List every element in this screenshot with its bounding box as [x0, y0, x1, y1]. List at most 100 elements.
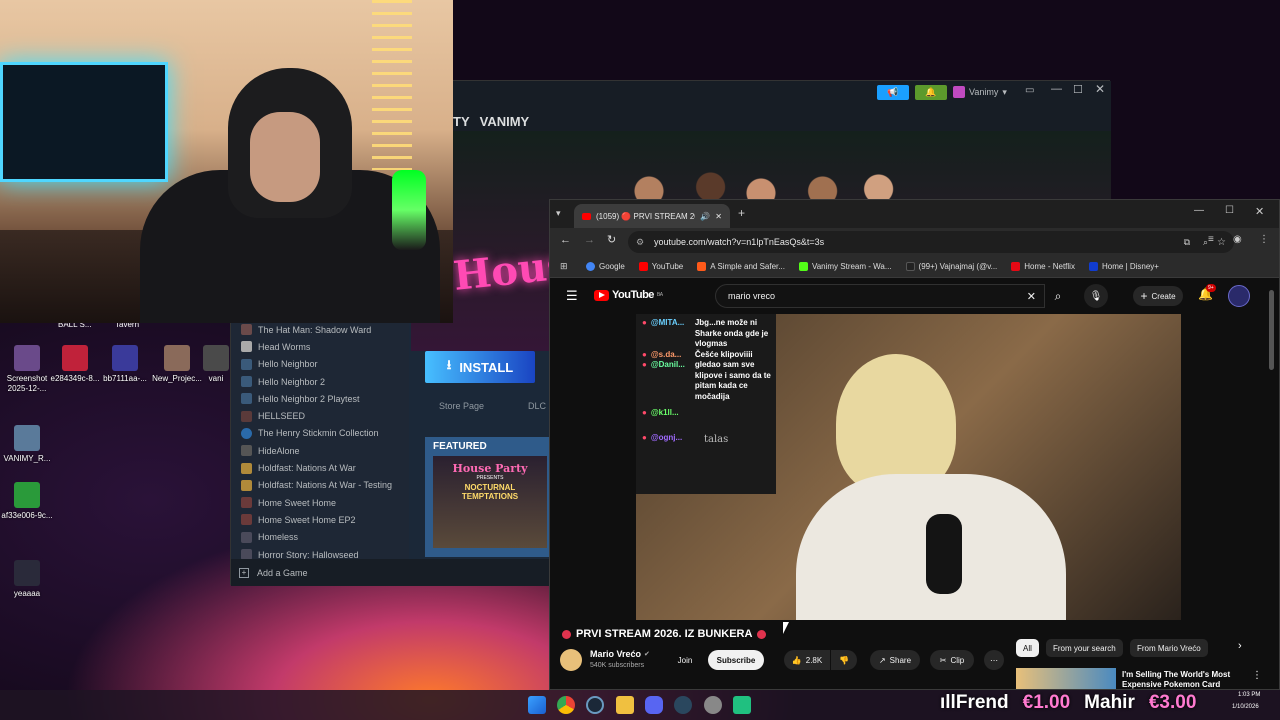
- bookmark-google[interactable]: Google: [586, 262, 625, 271]
- more-actions-button[interactable]: ⋯: [984, 650, 1004, 670]
- create-button[interactable]: + Create: [1133, 286, 1183, 306]
- library-item[interactable]: Head Worms: [231, 338, 409, 355]
- dislike-button[interactable]: 👎: [831, 650, 857, 670]
- like-button[interactable]: 👍 2.8K: [784, 650, 830, 670]
- library-item[interactable]: Home Sweet Home EP2: [231, 511, 409, 528]
- library-item[interactable]: Holdfast: Nations At War: [231, 459, 409, 476]
- big-picture-icon[interactable]: ▭: [1025, 85, 1034, 96]
- tab-search-icon[interactable]: ▾: [556, 208, 561, 219]
- maximize-icon[interactable]: ☐: [1073, 83, 1083, 96]
- hamburger-menu-icon[interactable]: ☰: [566, 288, 578, 304]
- profile-icon[interactable]: ◉: [1233, 234, 1242, 245]
- reload-icon[interactable]: ↻: [607, 233, 616, 246]
- notification-count: 9+: [1206, 284, 1216, 292]
- scrollbar[interactable]: [1269, 290, 1274, 370]
- store-page-link[interactable]: Store Page: [439, 401, 484, 411]
- notifications-button[interactable]: 🔔: [915, 85, 947, 100]
- library-item[interactable]: Holdfast: Nations At War - Testing: [231, 477, 409, 494]
- chip-from-channel[interactable]: From Mario Vrećo: [1130, 639, 1208, 657]
- library-item[interactable]: HideAlone: [231, 442, 409, 459]
- windows-start-icon[interactable]: [528, 696, 546, 714]
- more-icon[interactable]: ⋮: [1252, 670, 1262, 681]
- reading-list-icon[interactable]: ≡: [1208, 234, 1214, 245]
- address-bar[interactable]: ⚙ youtube.com/watch?v=n1lpTnEasQs&t=3s ⧉…: [628, 231, 1234, 253]
- avatar[interactable]: [1228, 285, 1250, 307]
- bookmark-youtube[interactable]: YouTube: [638, 262, 683, 271]
- library-item[interactable]: Home Sweet Home: [231, 494, 409, 511]
- steam-alt-icon[interactable]: [674, 696, 692, 714]
- back-icon[interactable]: ←: [560, 234, 571, 246]
- library-item[interactable]: Hello Neighbor 2: [231, 373, 409, 390]
- search-input[interactable]: mario vreco ✕: [715, 284, 1045, 308]
- maximize-icon[interactable]: ☐: [1225, 205, 1234, 216]
- bookmark-star-icon[interactable]: ☆: [1217, 237, 1226, 248]
- clock-time[interactable]: 1:03 PM: [1238, 692, 1260, 698]
- close-icon[interactable]: ✕: [1095, 82, 1105, 96]
- minimize-icon[interactable]: —: [1194, 205, 1204, 216]
- close-tab-icon[interactable]: ✕: [715, 212, 722, 221]
- video-meta: PRVI STREAM 2026. IZ BUNKERA Mario Vrećo…: [550, 620, 1279, 689]
- discord-icon[interactable]: [645, 696, 663, 714]
- microphone-icon: 🎙: [1089, 290, 1103, 302]
- chip-all[interactable]: All: [1016, 639, 1039, 657]
- game-icon: [241, 479, 252, 491]
- notifications-button[interactable]: 🔔 9+: [1198, 284, 1216, 301]
- video-player[interactable]: talas ● @MITA... Jbg...ne može ni Sharke o…: [636, 314, 1181, 620]
- nav-item-vanimy[interactable]: VANIMY: [480, 114, 530, 129]
- search-button[interactable]: ⌕: [1045, 284, 1071, 308]
- desktop-icon-yeaaaa[interactable]: yeaaaa: [0, 560, 54, 599]
- bookmark-netflix[interactable]: Home - Netflix: [1011, 262, 1075, 271]
- desktop-icon-af33[interactable]: af33e006-9c...: [0, 482, 54, 521]
- share-button[interactable]: ↗ Share: [870, 650, 920, 670]
- channel-name[interactable]: Mario Vrećo ✔: [590, 649, 650, 659]
- install-button[interactable]: ⭳ INSTALL: [425, 351, 535, 383]
- file-explorer-icon[interactable]: [616, 696, 634, 714]
- desktop-icon-bb71[interactable]: bb7111aa-...: [98, 345, 152, 384]
- steam-taskbar-icon[interactable]: [586, 696, 604, 714]
- announcements-button[interactable]: 📢: [877, 85, 909, 100]
- audio-icon[interactable]: 🔊: [700, 212, 710, 221]
- forward-icon[interactable]: →: [584, 234, 595, 246]
- clock-date[interactable]: 1/10/2026: [1232, 704, 1259, 710]
- library-item[interactable]: HELLSEED: [231, 407, 409, 424]
- desktop-icon-screenshot[interactable]: Screenshot 2025-12-...: [0, 345, 54, 394]
- new-tab-icon[interactable]: +: [738, 206, 745, 220]
- library-item[interactable]: Hello Neighbor 2 Playtest: [231, 390, 409, 407]
- chip-from-your-search[interactable]: From your search: [1046, 639, 1123, 657]
- clip-button[interactable]: ✂ Clip: [930, 650, 974, 670]
- subscribe-button[interactable]: Subscribe: [708, 650, 764, 670]
- dlc-link[interactable]: DLC: [528, 401, 546, 411]
- clear-search-icon[interactable]: ✕: [1027, 290, 1036, 303]
- chrome-taskbar-icon[interactable]: [557, 696, 575, 714]
- library-item[interactable]: Homeless: [231, 529, 409, 546]
- bookmark-simple-safer[interactable]: A Simple and Safer...: [697, 262, 785, 271]
- menu-icon[interactable]: ⋮: [1259, 234, 1269, 245]
- minimize-icon[interactable]: —: [1051, 83, 1062, 95]
- bookmark-disney[interactable]: Home | Disney+: [1088, 262, 1159, 271]
- library-item[interactable]: Hello Neighbor: [231, 356, 409, 373]
- desktop-icon-vanimy[interactable]: VANIMY_R...: [0, 425, 54, 464]
- install-app-icon[interactable]: ⧉: [1184, 237, 1190, 248]
- account-menu[interactable]: Vanimy ▾: [953, 84, 1007, 100]
- library-item[interactable]: The Hat Man: Shadow Ward: [231, 321, 409, 338]
- join-button[interactable]: Join: [670, 650, 700, 670]
- channel-avatar[interactable]: [560, 649, 582, 671]
- game-icon: [241, 324, 252, 336]
- site-info-icon[interactable]: ⚙: [636, 237, 644, 248]
- chat-message: ● @Danil... gledao sam sve klipove i samo …: [642, 360, 771, 401]
- nav-item-community[interactable]: TY: [453, 114, 470, 129]
- settings-icon[interactable]: [704, 696, 722, 714]
- featured-game-art[interactable]: House Party PRESENTS NOCTURNAL TEMPTATIO…: [433, 456, 547, 548]
- add-game-button[interactable]: + Add a Game: [231, 559, 551, 586]
- voice-search-button[interactable]: 🎙: [1084, 284, 1108, 308]
- bookmark-vanimy-stream[interactable]: Vanimy Stream - Wa...: [798, 262, 892, 271]
- youtube-logo[interactable]: YouTube BA: [594, 289, 663, 301]
- apps-icon[interactable]: ⊞: [560, 261, 568, 272]
- app-icon[interactable]: [733, 696, 751, 714]
- desktop-icon-e284[interactable]: e284349c-8...: [48, 345, 102, 384]
- tab-youtube[interactable]: (1059) 🔴 PRVI STREAM 20 🔊 ✕: [574, 204, 730, 228]
- bookmark-tiktok[interactable]: (99+) Vajnajmaj (@v...: [905, 262, 997, 271]
- close-icon[interactable]: ✕: [1255, 205, 1264, 218]
- chevron-right-icon[interactable]: ›: [1238, 640, 1242, 652]
- library-item[interactable]: The Henry Stickmin Collection: [231, 425, 409, 442]
